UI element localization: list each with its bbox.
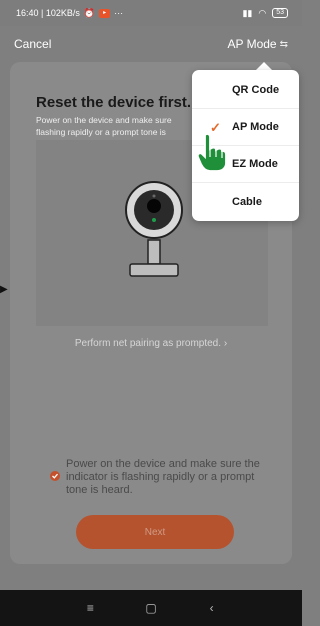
edge-arrow-icon: ▶ — [0, 284, 8, 295]
pairing-guide-link[interactable]: Perform net pairing as prompted. › — [10, 338, 292, 349]
alarm-icon: ⏰ — [83, 7, 96, 18]
top-nav: Cancel AP Mode ⇆ — [0, 26, 302, 62]
swap-icon: ⇆ — [279, 38, 288, 50]
menu-arrow — [256, 62, 272, 70]
description-line: flashing rapidly or a prompt tone is — [36, 127, 166, 137]
recent-apps-button[interactable]: ≡ — [80, 601, 100, 615]
confirm-checkbox-row[interactable]: Power on the device and make sure the in… — [50, 458, 270, 497]
next-button[interactable]: Next — [76, 515, 234, 549]
mode-label: AP Mode — [227, 37, 277, 51]
signal-icon: ▮▮ — [242, 7, 253, 18]
wifi-icon: ◠ — [258, 7, 267, 18]
status-left: 16:40 | 102KB/s ⏰ ▸ ··· — [16, 8, 123, 19]
menu-item-label: AP Mode — [232, 121, 279, 133]
back-button[interactable]: ‹ — [202, 601, 222, 615]
battery-icon: 53 — [272, 8, 288, 18]
menu-item-cable[interactable]: Cable — [192, 183, 299, 220]
pointing-hand-icon — [196, 133, 227, 172]
notification-chip-icon: ▸ — [99, 8, 111, 18]
check-icon[interactable] — [50, 471, 60, 481]
menu-item-qr-code[interactable]: QR Code — [192, 72, 299, 109]
pairing-link-label: Perform net pairing as prompted. — [74, 338, 222, 349]
home-button[interactable]: ▢ — [141, 601, 161, 615]
menu-item-label: QR Code — [232, 84, 280, 96]
confirm-text: Power on the device and make sure the in… — [66, 458, 260, 496]
status-bar: 16:40 | 102KB/s ⏰ ▸ ··· ▮▮ ◠ 53 — [0, 0, 302, 26]
status-right: ▮▮ ◠ 53 — [242, 8, 288, 19]
description-line: Power on the device and make sure — [36, 115, 172, 125]
system-nav-bar: ≡ ▢ ‹ — [0, 590, 302, 626]
menu-item-label: EZ Mode — [232, 158, 278, 170]
status-more: ··· — [114, 8, 124, 18]
cancel-button[interactable]: Cancel — [14, 37, 51, 51]
chevron-right-icon: › — [223, 338, 228, 349]
mode-switch[interactable]: AP Mode ⇆ — [227, 37, 288, 51]
menu-item-label: Cable — [232, 195, 262, 208]
description: Power on the device and make sure flashi… — [36, 114, 206, 138]
page-title: Reset the device first. — [36, 94, 192, 111]
camera-illustration — [125, 181, 183, 277]
status-time: 16:40 | 102KB/s — [16, 8, 80, 18]
